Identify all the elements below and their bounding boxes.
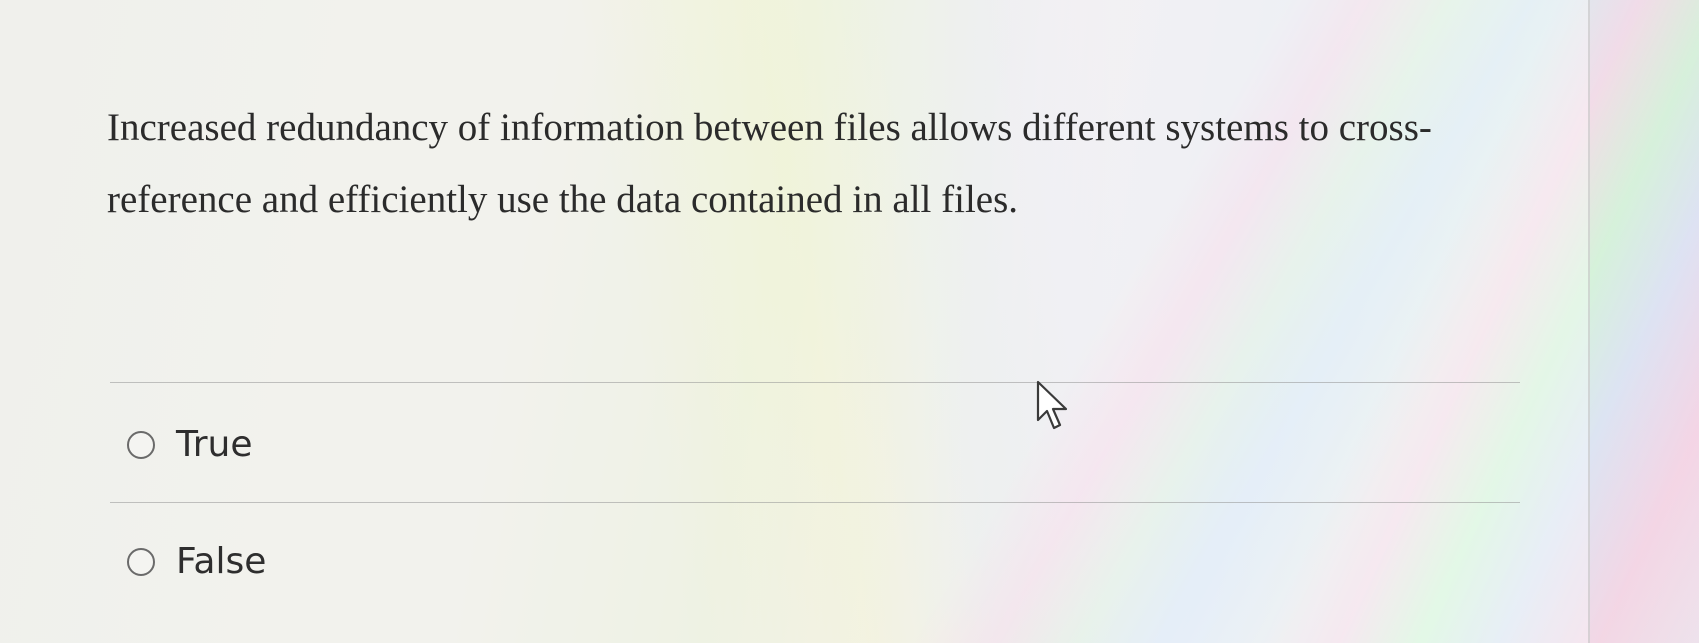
- option-false-label: False: [176, 541, 267, 582]
- question-card: Increased redundancy of information betw…: [0, 0, 1590, 643]
- radio-button-true[interactable]: [127, 430, 155, 459]
- divider-top: [110, 382, 1520, 383]
- option-true-label: True: [176, 424, 253, 465]
- option-false[interactable]: False: [127, 541, 266, 582]
- radio-button-false[interactable]: [127, 547, 155, 576]
- question-text: Increased redundancy of information betw…: [107, 106, 1432, 221]
- divider-middle: [110, 502, 1520, 503]
- option-true[interactable]: True: [127, 424, 252, 465]
- arrow-cursor-icon: [1036, 380, 1068, 430]
